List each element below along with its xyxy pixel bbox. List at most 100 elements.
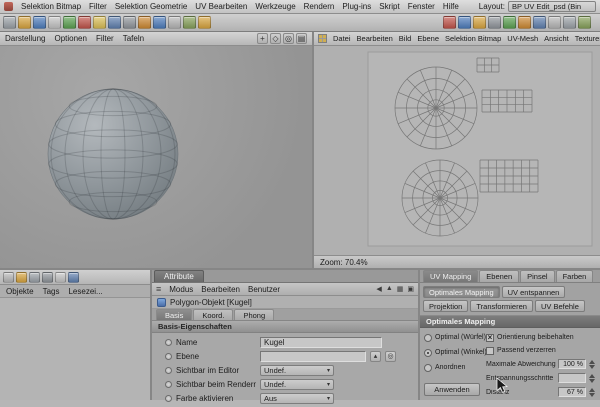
tool-icon[interactable] xyxy=(63,16,76,29)
menu-item-filter[interactable]: Filter xyxy=(89,2,107,11)
menu-item-filter-vp[interactable]: Filter xyxy=(96,34,114,43)
tool-icon[interactable] xyxy=(168,16,181,29)
keyframe-dot-icon[interactable] xyxy=(165,366,172,374)
menu-item-benutzer[interactable]: Benutzer xyxy=(248,285,280,294)
menu-item-skript[interactable]: Skript xyxy=(379,2,399,11)
tool-icon[interactable] xyxy=(68,271,79,283)
tab-tags[interactable]: Tags xyxy=(43,287,60,296)
keyframe-dot-icon[interactable] xyxy=(165,394,172,402)
tool-icon[interactable] xyxy=(18,16,31,29)
tool-icon[interactable] xyxy=(93,16,106,29)
tab-phong[interactable]: Phong xyxy=(234,309,275,320)
check-row-orientierung[interactable]: Orientierung beibehalten xyxy=(486,332,596,343)
object-manager-list[interactable] xyxy=(0,298,150,400)
tab-attribute[interactable]: Attribute xyxy=(154,270,204,282)
tool-icon[interactable] xyxy=(563,16,576,29)
checkbox-icon[interactable] xyxy=(486,333,494,342)
tool-icon[interactable] xyxy=(48,16,61,29)
tool-icon[interactable] xyxy=(183,16,196,29)
menu-item-bild[interactable]: Bild xyxy=(399,34,412,43)
farbe-aktivieren-dropdown[interactable]: Aus ▾ xyxy=(260,392,334,404)
stepper[interactable] xyxy=(588,373,596,383)
layer-up-icon[interactable]: ▴ xyxy=(370,350,381,362)
transformieren-button[interactable]: Transformieren xyxy=(470,300,533,312)
menu-item-bearbeiten[interactable]: Bearbeiten xyxy=(357,34,393,43)
distanz-input[interactable]: 67 % xyxy=(558,387,586,397)
keyframe-dot-icon[interactable] xyxy=(165,352,172,360)
menu-item-selektion-bitmap-uv[interactable]: Selektion Bitmap xyxy=(445,34,501,43)
radio-row-winkel[interactable]: Optimal (Winkel) xyxy=(424,347,487,358)
sichtbar-rendern-dropdown[interactable]: Undef. ▾ xyxy=(260,378,334,390)
tool-icon[interactable] xyxy=(518,16,531,29)
sichtbar-editor-dropdown[interactable]: Undef. ▾ xyxy=(260,364,334,376)
projektion-button[interactable]: Projektion xyxy=(423,300,469,312)
menu-item-uv-mesh[interactable]: UV-Mesh xyxy=(507,34,538,43)
tool-icon[interactable] xyxy=(3,271,14,283)
tab-basis[interactable]: Basis xyxy=(156,309,193,320)
radio-row-wuerfel[interactable]: Optimal (Würfel) xyxy=(424,332,486,343)
tab-pinsel[interactable]: Pinsel xyxy=(520,270,555,282)
tool-icon[interactable] xyxy=(473,16,486,29)
menu-item-optionen[interactable]: Optionen xyxy=(54,34,86,43)
tab-farben[interactable]: Farben xyxy=(555,270,594,282)
sphere-object[interactable] xyxy=(43,84,183,224)
radio-icon[interactable] xyxy=(424,348,432,357)
menu-item-werkzeuge[interactable]: Werkzeuge xyxy=(255,2,295,11)
tab-koord[interactable]: Koord. xyxy=(193,309,234,320)
name-input[interactable]: Kugel xyxy=(260,336,382,348)
uv-befehle-button[interactable]: UV Befehle xyxy=(534,300,585,312)
menu-item-texturen[interactable]: Texturen xyxy=(575,34,600,43)
optimales-mapping-button[interactable]: Optimales Mapping xyxy=(423,286,500,298)
tool-icon[interactable] xyxy=(78,16,91,29)
keyframe-dot-icon[interactable] xyxy=(165,380,172,388)
menu-item-datei[interactable]: Datei xyxy=(333,34,351,43)
radio-row-anordnen[interactable]: Anordnen xyxy=(424,362,486,373)
history-back-icon[interactable]: ◀ xyxy=(376,285,381,293)
tool-icon[interactable] xyxy=(458,16,471,29)
radio-icon[interactable] xyxy=(424,363,432,372)
section-basis-eigenschaften[interactable]: Basis-Eigenschaften xyxy=(152,321,418,333)
layout-dropdown[interactable]: BP UV Edit_psd (Bin xyxy=(508,1,596,12)
keyframe-dot-icon[interactable] xyxy=(165,338,172,346)
tool-icon[interactable] xyxy=(123,16,136,29)
tool-icon[interactable] xyxy=(33,16,46,29)
tool-icon[interactable] xyxy=(503,16,516,29)
zoom-icon[interactable]: ◇ xyxy=(270,33,281,44)
radio-icon[interactable] xyxy=(424,333,432,342)
tool-icon[interactable] xyxy=(578,16,591,29)
check-row-passend[interactable]: Passend verzerren xyxy=(486,345,596,356)
menu-item-bearbeiten-attr[interactable]: Bearbeiten xyxy=(201,285,240,294)
ebene-input[interactable] xyxy=(260,350,366,362)
tab-objekte[interactable]: Objekte xyxy=(6,287,34,296)
menu-item-uv-bearbeiten[interactable]: UV Bearbeiten xyxy=(195,2,247,11)
search-icon[interactable]: ▦ xyxy=(397,285,404,293)
tab-uv-mapping[interactable]: UV Mapping xyxy=(423,270,479,282)
tab-ebenen[interactable]: Ebenen xyxy=(479,270,520,282)
tab-lesezeichen[interactable]: Lesezei... xyxy=(68,287,102,296)
tool-icon[interactable] xyxy=(153,16,166,29)
lock-icon[interactable]: ▣ xyxy=(407,285,414,293)
tool-icon[interactable] xyxy=(108,16,121,29)
tool-icon[interactable] xyxy=(16,271,27,283)
abweichung-input[interactable]: 100 % xyxy=(558,359,586,369)
menu-item-tafeln[interactable]: Tafeln xyxy=(123,34,144,43)
tool-icon[interactable] xyxy=(548,16,561,29)
menu-item-modus[interactable]: Modus xyxy=(169,285,193,294)
stepper[interactable] xyxy=(588,359,596,369)
menu-item-selektion-geometrie[interactable]: Selektion Geometrie xyxy=(115,2,187,11)
uv-entspannen-button[interactable]: UV entspannen xyxy=(501,286,566,298)
tool-icon[interactable] xyxy=(443,16,456,29)
pan-icon[interactable]: + xyxy=(257,33,268,44)
rotate-icon[interactable]: ◎ xyxy=(283,33,294,44)
menu-item-rendern[interactable]: Rendern xyxy=(304,2,335,11)
checkbox-icon[interactable] xyxy=(486,346,494,355)
uv-canvas[interactable] xyxy=(314,46,600,255)
tool-icon[interactable] xyxy=(3,16,16,29)
entspannungsschritte-input[interactable] xyxy=(558,373,586,383)
menu-item-ansicht[interactable]: Ansicht xyxy=(544,34,569,43)
menu-item-fenster[interactable]: Fenster xyxy=(408,2,435,11)
tool-icon[interactable] xyxy=(42,271,53,283)
tool-icon[interactable] xyxy=(533,16,546,29)
stepper[interactable] xyxy=(588,387,596,397)
panel-menu-icon[interactable]: ≡ xyxy=(156,284,161,294)
